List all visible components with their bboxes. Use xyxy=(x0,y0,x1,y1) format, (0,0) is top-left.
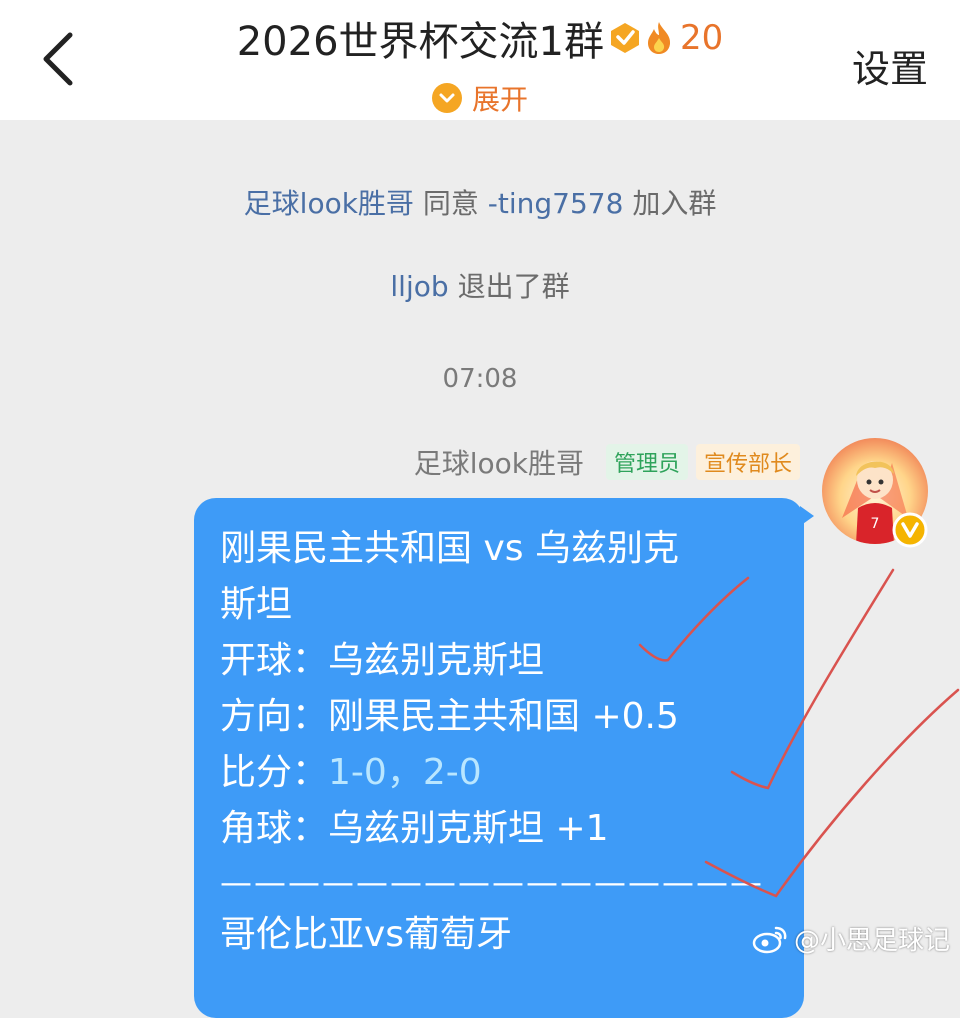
sender-name[interactable]: 足球look胜哥 xyxy=(414,442,584,482)
message-line: 哥伦比亚vs葡萄牙 xyxy=(220,914,513,955)
title-row: 2026世界杯交流1群 20 xyxy=(0,8,960,68)
message-line: 刚果民主共和国 vs 乌兹别克 xyxy=(220,528,679,569)
sender-row: 足球look胜哥 管理员 宣传部长 xyxy=(414,442,800,482)
timestamp: 07:08 xyxy=(442,364,518,394)
system-message-join: 足球look胜哥 同意 -ting7578 加入群 xyxy=(0,182,960,222)
system-message-leave: lljob 退出了群 xyxy=(0,265,960,305)
message-line: 斯坦 xyxy=(220,584,293,625)
expand-label: 展开 xyxy=(471,83,528,116)
svg-text:7: 7 xyxy=(871,516,880,532)
left-user-link[interactable]: lljob xyxy=(390,270,448,303)
joined-user-link[interactable]: -ting7578 xyxy=(488,187,624,220)
system-text: 同意 xyxy=(422,187,479,220)
group-title: 2026世界杯交流1群 xyxy=(236,19,604,65)
chat-header: 2026世界杯交流1群 20 设置 展开 xyxy=(0,0,960,120)
fire-icon xyxy=(647,22,671,54)
verified-v-icon xyxy=(892,512,928,548)
approver-name-link[interactable]: 足球look胜哥 xyxy=(244,187,414,220)
system-text: 退出了群 xyxy=(457,270,570,303)
message-line: 开球：乌兹别克斯坦 xyxy=(220,640,545,681)
message-line: 角球：乌兹别克斯坦 +1 xyxy=(220,808,609,849)
bubble-tail xyxy=(800,506,814,526)
watermark-text: @小思足球记 xyxy=(793,926,950,956)
message-divider: ———————————————— xyxy=(220,863,764,901)
admin-tag: 管理员 xyxy=(605,444,688,480)
weibo-logo-icon xyxy=(752,926,787,953)
watermark: @小思足球记 xyxy=(752,920,950,957)
system-text-tail: 加入群 xyxy=(632,187,717,220)
heat-count: 20 xyxy=(679,18,724,58)
message-line: 方向：刚果民主共和国 +0.5 xyxy=(220,696,679,737)
score-value: 1-0，2-0 xyxy=(328,752,482,793)
chevron-down-icon xyxy=(431,83,462,113)
verified-badge-icon xyxy=(610,23,639,53)
score-label: 比分： xyxy=(220,752,329,793)
expand-button[interactable]: 展开 xyxy=(0,78,960,118)
message-score-line: 比分：1-0，2-0 xyxy=(220,751,482,795)
role-tag: 宣传部长 xyxy=(695,444,800,480)
